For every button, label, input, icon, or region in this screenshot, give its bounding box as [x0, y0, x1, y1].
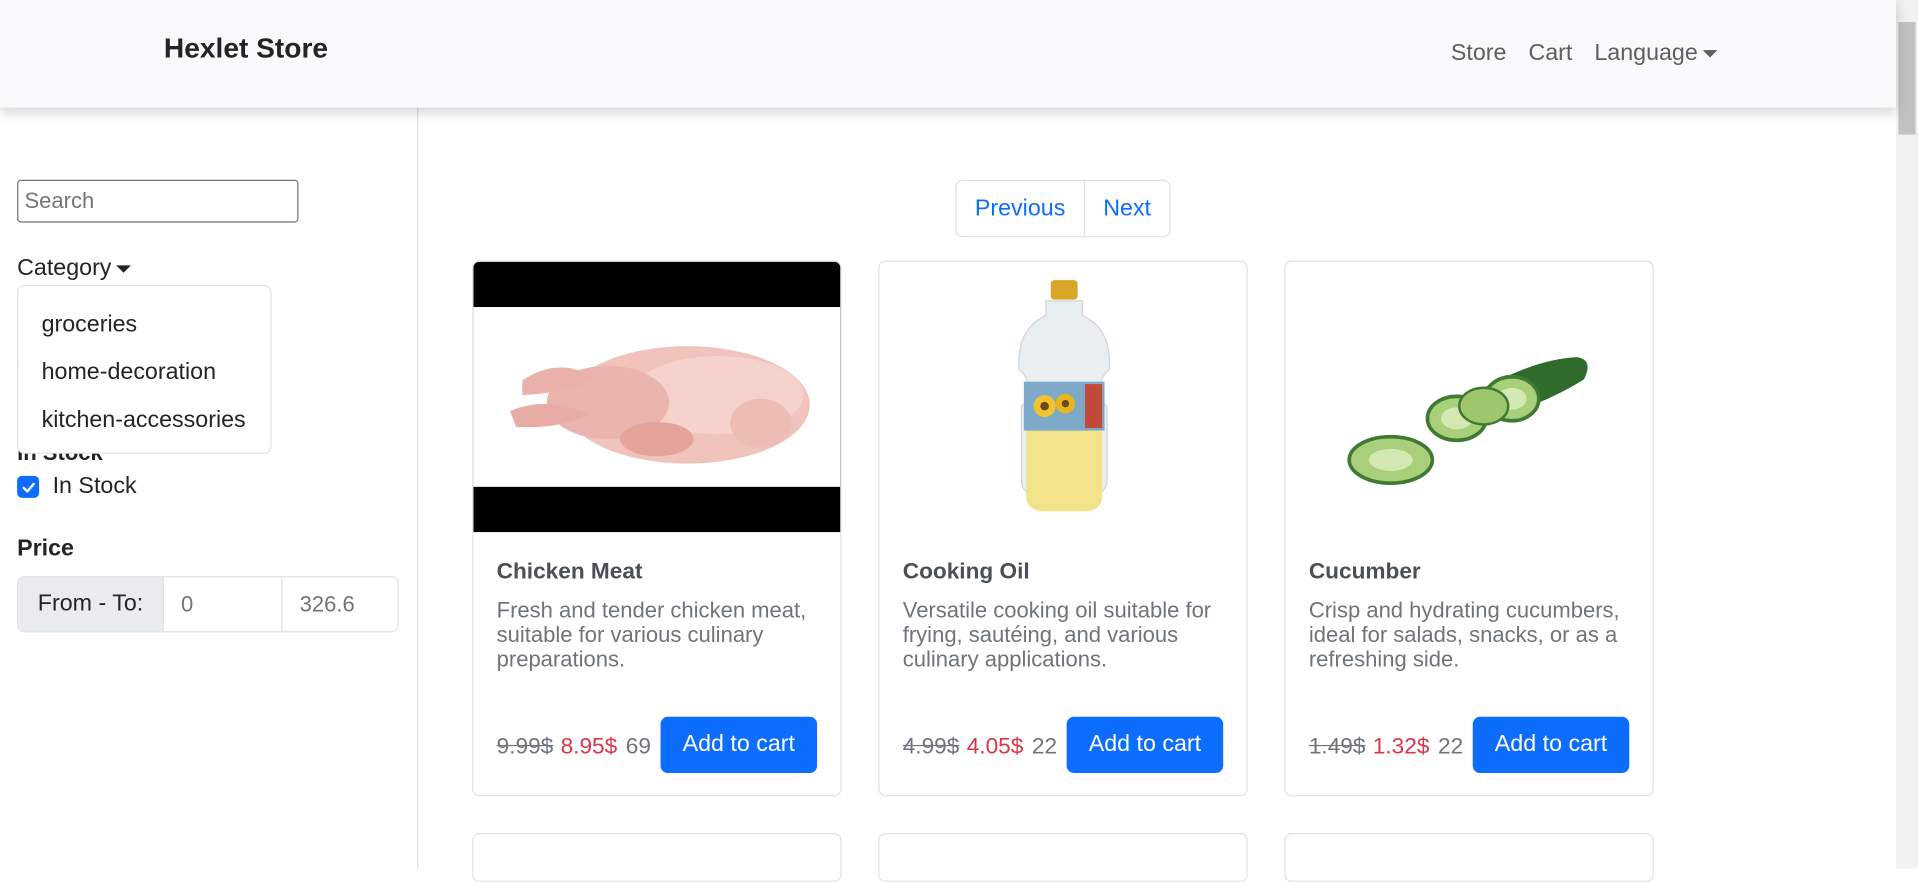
add-to-cart-button[interactable]: Add to cart [1472, 716, 1630, 774]
product-image-chicken-meat [473, 261, 841, 533]
product-title: Cooking Oil [902, 557, 1030, 584]
pagination: Previous Next [955, 179, 1171, 238]
previous-page-button[interactable]: Previous [957, 181, 1085, 237]
page: Hexlet Store Store Cart Language Categor… [0, 0, 1918, 882]
product-card: Cucumber Crisp and hydrating cucumbers, … [1284, 260, 1654, 797]
next-page-button[interactable]: Next [1085, 181, 1169, 236]
instock-checkbox[interactable] [17, 475, 40, 498]
stock-count: 22 [1031, 732, 1058, 759]
nav-link-cart[interactable]: Cart [1528, 40, 1572, 67]
language-dropdown[interactable]: Language [1594, 40, 1718, 67]
oil-bottle-image [1018, 280, 1111, 512]
category-label: Category [17, 255, 112, 282]
product-image-cooking-oil [879, 262, 1246, 532]
sidebar-filters: Category In Stock groceries home-decorat… [0, 107, 419, 869]
category-dropdown-toggle[interactable]: Category [17, 255, 132, 283]
product-card-partial [878, 832, 1248, 882]
sale-price: 1.32$ [1372, 732, 1430, 759]
category-option-kitchen-accessories[interactable]: kitchen-accessories [18, 396, 270, 444]
category-option-home-decoration[interactable]: home-decoration [18, 349, 270, 397]
checkmark-icon [21, 482, 35, 493]
search-input[interactable] [17, 179, 299, 223]
product-description: Fresh and tender chicken meat, suitable … [496, 598, 807, 672]
product-title: Chicken Meat [496, 557, 643, 584]
cucumber-image [1347, 357, 1588, 485]
page-scrollbar[interactable] [1895, 0, 1918, 869]
navbar: Hexlet Store Store Cart Language [0, 0, 1896, 108]
chicken-image [510, 346, 810, 464]
stock-count: 22 [1437, 732, 1464, 759]
chevron-down-icon [1702, 50, 1718, 58]
product-card-partial [472, 832, 842, 882]
old-price: 4.99$ [902, 732, 960, 759]
product-description: Crisp and hydrating cucumbers, ideal for… [1308, 598, 1620, 672]
price-title: Price [17, 535, 74, 562]
product-title: Cucumber [1308, 557, 1421, 584]
add-to-cart-button[interactable]: Add to cart [660, 716, 818, 774]
price-range-group: From - To: 0 326.6 [17, 576, 399, 633]
category-option-groceries[interactable]: groceries [18, 301, 270, 349]
stock-count: 69 [625, 732, 651, 759]
scrollbar-thumb[interactable] [1898, 22, 1916, 135]
price-to-input[interactable]: 326.6 [283, 577, 398, 631]
sale-price: 8.95$ [560, 732, 618, 759]
nav-links: Store Cart Language [1451, 40, 1718, 67]
chevron-down-icon [116, 265, 132, 273]
product-price-row: 1.49$ 1.32$ 22 [1309, 733, 1463, 760]
product-card: Chicken Meat Fresh and tender chicken me… [472, 260, 842, 797]
product-image-cucumber [1286, 262, 1653, 532]
product-price-row: 9.99$ 8.95$ 69 [497, 733, 651, 760]
product-card: Cooking Oil Versatile cooking oil suitab… [878, 260, 1248, 797]
old-price: 9.99$ [496, 732, 554, 759]
price-range-label: From - To: [18, 577, 164, 632]
price-from-input[interactable]: 0 [164, 577, 283, 632]
instock-checkbox-label: In Stock [52, 473, 137, 500]
sale-price: 4.05$ [966, 732, 1024, 759]
product-description: Versatile cooking oil suitable for fryin… [902, 598, 1212, 672]
instock-checkbox-row[interactable]: In Stock [17, 473, 137, 500]
nav-link-store[interactable]: Store [1451, 40, 1507, 67]
product-card-partial [1284, 832, 1654, 882]
add-to-cart-button[interactable]: Add to cart [1066, 716, 1224, 774]
old-price: 1.49$ [1308, 732, 1366, 759]
language-label: Language [1594, 40, 1698, 67]
product-price-row: 4.99$ 4.05$ 22 [903, 733, 1057, 760]
category-dropdown-menu: groceries home-decoration kitchen-access… [17, 285, 272, 454]
brand-logo[interactable]: Hexlet Store [164, 32, 328, 65]
